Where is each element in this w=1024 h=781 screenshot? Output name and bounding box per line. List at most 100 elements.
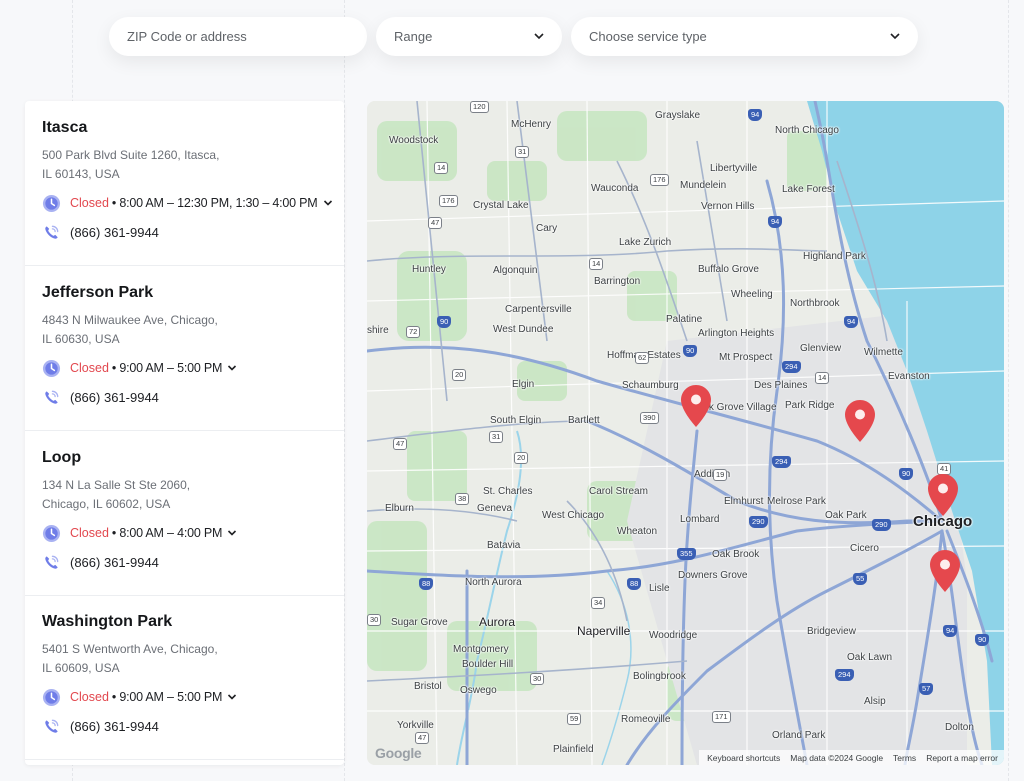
- phone-number: (866) 361-9944: [70, 554, 159, 570]
- map-label-oak-lawn: Oak Lawn: [847, 652, 893, 663]
- phone-number: (866) 361-9944: [70, 389, 159, 405]
- hours-toggle[interactable]: Closed • 8:00 AM – 12:30 PM, 1:30 – 4:00…: [42, 193, 334, 213]
- map-label-batavia: Batavia: [487, 540, 521, 551]
- map-label-woodstock: Woodstock: [389, 135, 439, 146]
- hours-toggle[interactable]: Closed • 9:00 AM – 5:00 PM: [42, 358, 238, 378]
- location-card[interactable]: Itasca 500 Park Blvd Suite 1260, Itasca,…: [25, 101, 344, 266]
- zip-input[interactable]: ZIP Code or address: [109, 17, 367, 56]
- terms-link[interactable]: Terms: [893, 753, 916, 763]
- map-label-mt-prospect: Mt Prospect: [719, 352, 773, 363]
- route-shield: 19: [713, 469, 728, 481]
- map-pin-itasca[interactable]: [680, 384, 712, 428]
- route-shield: 20: [514, 452, 529, 464]
- map-label-vernon-hills: Vernon Hills: [701, 201, 755, 212]
- zip-placeholder: ZIP Code or address: [127, 29, 247, 44]
- map-label-hampshire: shire: [367, 325, 389, 336]
- phone-link[interactable]: (866) 361-9944: [42, 552, 159, 572]
- map-label-wheeling: Wheeling: [731, 289, 773, 300]
- interstate-shield: 94: [748, 109, 763, 121]
- interstate-shield: 355: [677, 548, 696, 560]
- route-shield: 31: [515, 146, 530, 158]
- map-label-oak-park: Oak Park: [825, 510, 867, 521]
- map-label-cary: Cary: [536, 223, 558, 234]
- map-label-south-elgin: South Elgin: [490, 415, 542, 426]
- map-label-northbrook: Northbrook: [790, 298, 840, 309]
- map-label-bartlett: Bartlett: [568, 415, 600, 426]
- report-map-error-link[interactable]: Report a map error: [926, 753, 998, 763]
- route-shield: 176: [650, 174, 669, 186]
- address-line-2: IL 60143, USA: [42, 167, 120, 181]
- interstate-shield: 90: [975, 634, 990, 646]
- map-label-elburn: Elburn: [385, 503, 414, 514]
- interstate-shield: 94: [844, 316, 859, 328]
- route-shield: 120: [470, 101, 489, 113]
- opening-hours: 8:00 AM – 4:00 PM: [119, 526, 223, 540]
- map-data-credit: Map data ©2024 Google: [790, 752, 884, 763]
- location-name[interactable]: Itasca: [42, 119, 87, 137]
- map-pin-washington-park[interactable]: [929, 549, 961, 593]
- location-name[interactable]: Loop: [42, 449, 81, 467]
- route-shield: 47: [393, 438, 408, 450]
- separator-dot: •: [111, 690, 117, 704]
- service-type-select[interactable]: Choose service type: [571, 17, 918, 56]
- map-label-romeoville: Romeoville: [621, 714, 671, 725]
- map-label-palatine: Palatine: [666, 314, 703, 325]
- map-label-st-charles: St. Charles: [483, 486, 533, 497]
- chevron-down-icon: [228, 365, 237, 371]
- phone-link[interactable]: (866) 361-9944: [42, 716, 159, 736]
- location-card[interactable]: Loop 134 N La Salle St Ste 2060, Chicago…: [25, 431, 344, 596]
- map-label-bridgeview: Bridgeview: [807, 626, 856, 637]
- map-label-grayslake: Grayslake: [655, 110, 701, 121]
- map-pin-jefferson-park[interactable]: [844, 399, 876, 443]
- service-type-placeholder: Choose service type: [589, 29, 707, 44]
- route-shield: 62: [635, 352, 650, 364]
- route-shield: 59: [567, 713, 582, 725]
- map[interactable]: Chicago Aurora Naperville McHenry Woodstock G…: [367, 101, 1004, 765]
- chevron-down-icon: [228, 694, 237, 700]
- phone-icon: [45, 390, 59, 404]
- map-label-lake-zurich: Lake Zurich: [619, 237, 672, 248]
- route-shield: 171: [712, 711, 731, 723]
- location-list: Itasca 500 Park Blvd Suite 1260, Itasca,…: [25, 101, 344, 765]
- address-line-1: 134 N La Salle St Ste 2060,: [42, 478, 191, 492]
- hours-toggle[interactable]: Closed • 9:00 AM – 5:00 PM: [42, 687, 238, 707]
- map-label-algonquin: Algonquin: [493, 265, 538, 276]
- map-label-oak-brook: Oak Brook: [712, 549, 760, 560]
- keyboard-shortcuts-link[interactable]: Keyboard shortcuts: [707, 753, 780, 763]
- clock-icon: [42, 194, 61, 212]
- phone-link[interactable]: (866) 361-9944: [42, 387, 159, 407]
- hours-toggle[interactable]: Closed • 8:00 AM – 4:00 PM: [42, 523, 238, 543]
- status-closed: Closed: [70, 526, 109, 540]
- map-label-aurora: Aurora: [479, 615, 516, 629]
- map-label-bolingbrook: Bolingbrook: [633, 671, 686, 682]
- map-label-wilmette: Wilmette: [864, 347, 903, 358]
- interstate-shield: 290: [749, 516, 768, 528]
- range-select[interactable]: Range: [376, 17, 562, 56]
- map-label-elgin: Elgin: [512, 379, 535, 390]
- map-label-elmhurst: Elmhurst: [724, 496, 764, 507]
- interstate-shield: 90: [683, 345, 698, 357]
- phone-link[interactable]: (866) 361-9944: [42, 222, 159, 242]
- map-pin-loop[interactable]: [927, 473, 959, 517]
- map-label-boulder-hill: Boulder Hill: [462, 659, 514, 670]
- map-label-glenview: Glenview: [800, 343, 842, 354]
- map-label-highland-park: Highland Park: [803, 251, 866, 262]
- location-card[interactable]: Washington Park 5401 S Wentworth Ave, Ch…: [25, 595, 344, 760]
- location-card[interactable]: Jefferson Park 4843 N Milwaukee Ave, Chi…: [25, 266, 344, 431]
- route-shield: 14: [815, 372, 830, 384]
- phone-icon: [45, 225, 59, 239]
- location-name[interactable]: Washington Park: [42, 613, 172, 631]
- location-address: 5401 S Wentworth Ave, Chicago, IL 60609,…: [42, 640, 252, 678]
- map-label-wauconda: Wauconda: [591, 183, 639, 194]
- route-shield: 14: [434, 162, 449, 174]
- map-label-barrington: Barrington: [594, 276, 641, 287]
- separator-dot: •: [111, 526, 117, 540]
- route-shield: 20: [452, 369, 467, 381]
- chevron-down-icon: [534, 33, 544, 40]
- interstate-shield: 88: [627, 578, 642, 590]
- google-logo[interactable]: Google: [375, 745, 422, 761]
- interstate-shield: 294: [772, 456, 791, 468]
- status-closed: Closed: [70, 196, 109, 210]
- map-label-huntley: Huntley: [412, 264, 446, 275]
- location-name[interactable]: Jefferson Park: [42, 284, 153, 302]
